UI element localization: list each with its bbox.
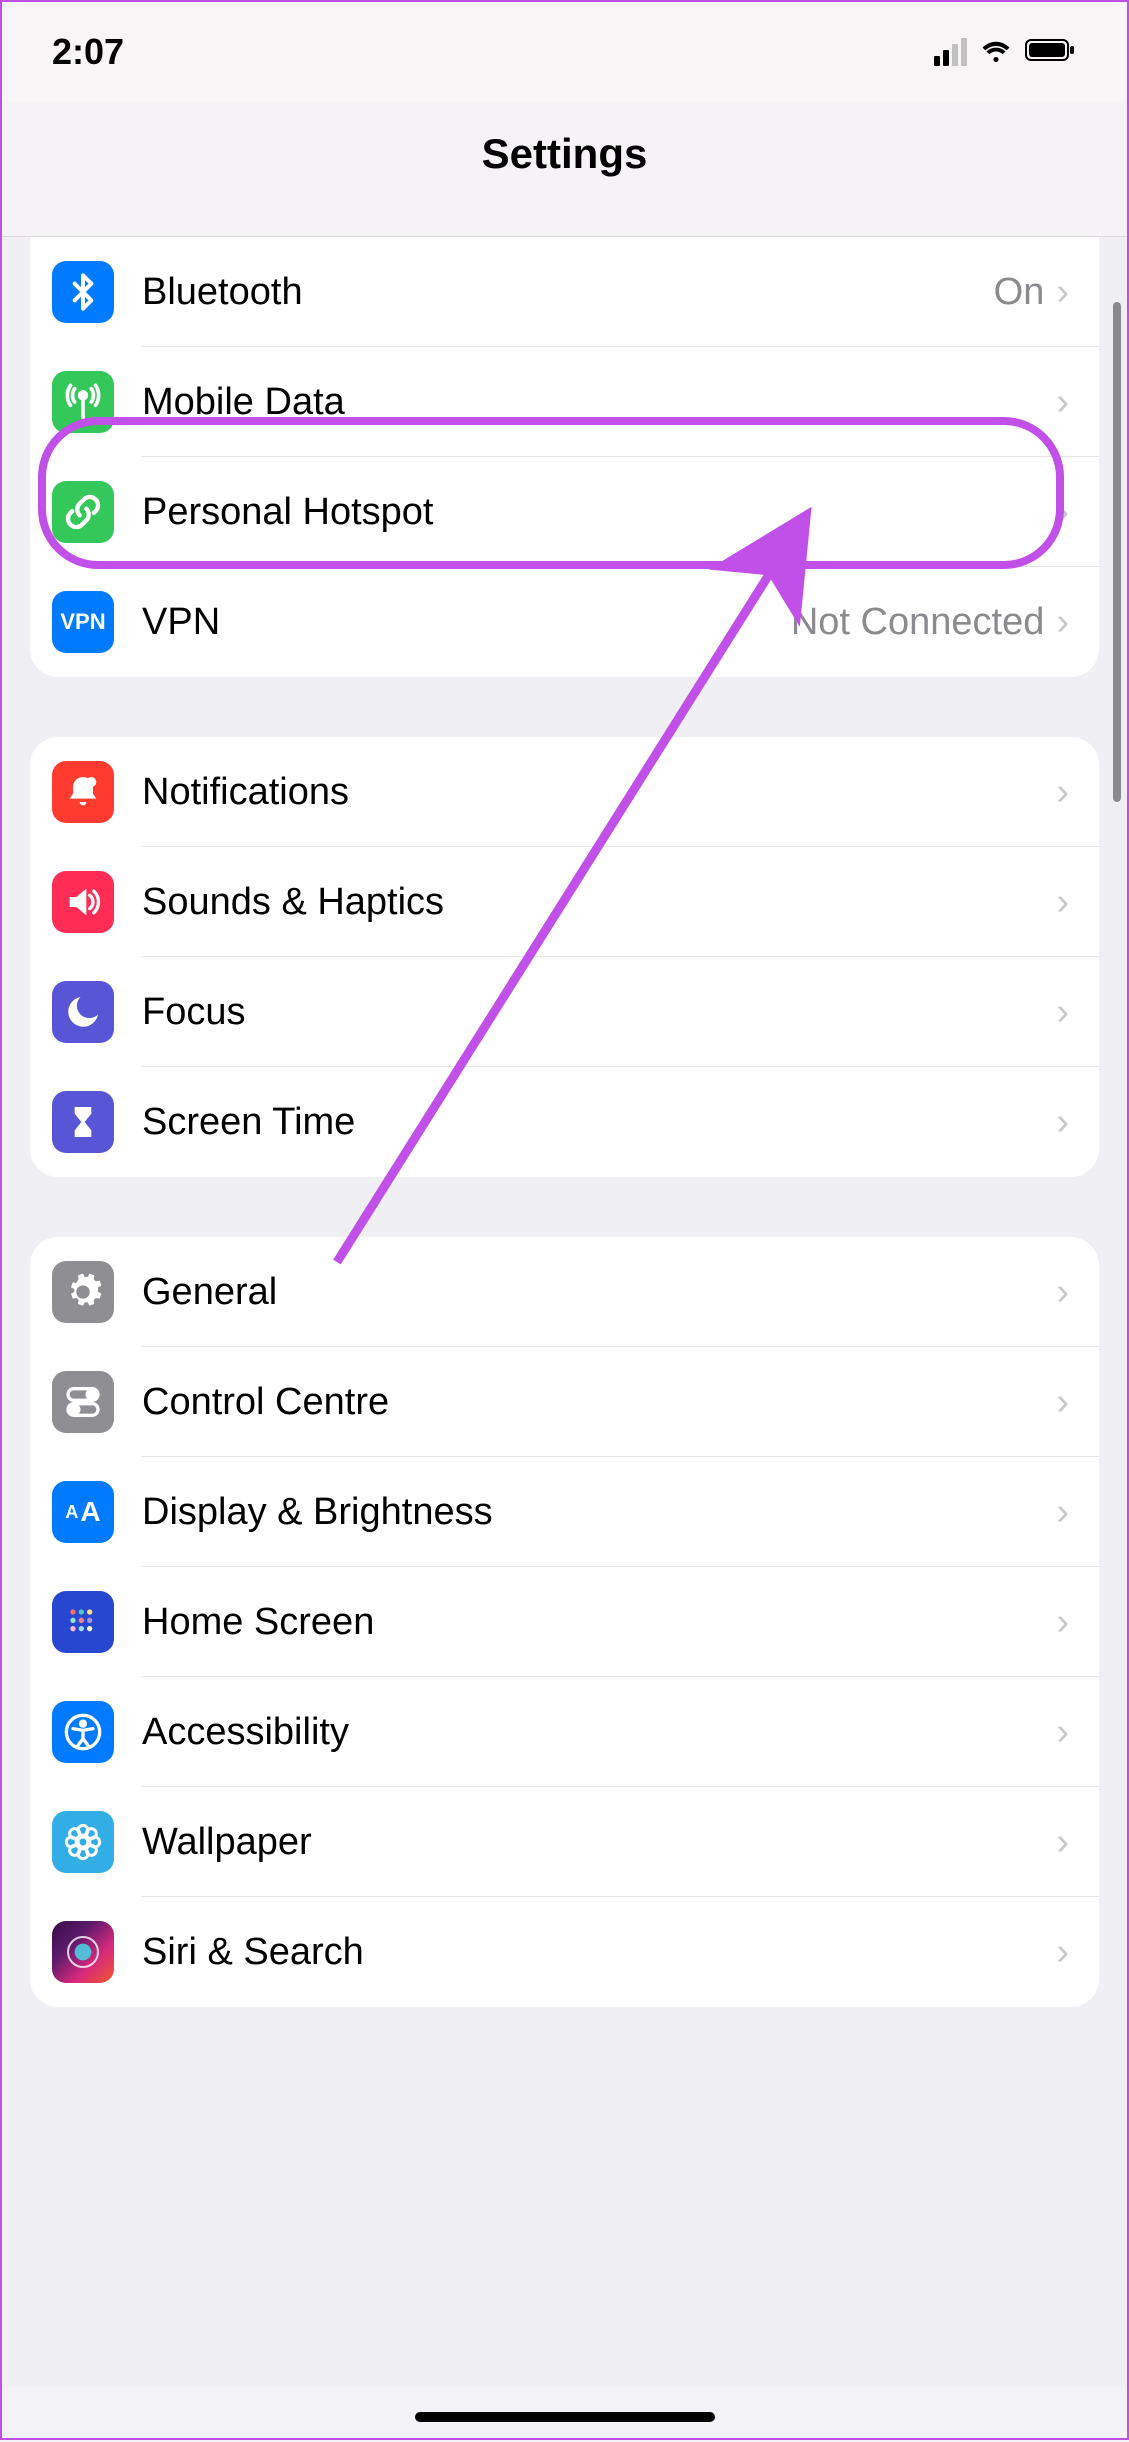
status-icons xyxy=(934,37,1077,68)
siri-icon xyxy=(52,1921,114,1983)
chevron-right-icon: › xyxy=(1056,1711,1069,1754)
chevron-right-icon: › xyxy=(1056,1101,1069,1144)
row-label: Wallpaper xyxy=(142,1821,1056,1864)
scroll-indicator xyxy=(1113,302,1121,802)
chevron-right-icon: › xyxy=(1056,271,1069,314)
row-notifications[interactable]: Notifications › xyxy=(30,737,1099,847)
row-general[interactable]: General › xyxy=(30,1237,1099,1347)
row-label: Control Centre xyxy=(142,1381,1056,1424)
row-label: Personal Hotspot xyxy=(142,491,1056,534)
status-bar: 2:07 xyxy=(2,2,1127,102)
battery-icon xyxy=(1025,37,1077,68)
chevron-right-icon: › xyxy=(1056,771,1069,814)
row-label: Screen Time xyxy=(142,1101,1056,1144)
row-value: Not Connected xyxy=(791,601,1045,644)
chevron-right-icon: › xyxy=(1056,991,1069,1034)
app-grid-icon xyxy=(52,1591,114,1653)
row-wallpaper[interactable]: Wallpaper › xyxy=(30,1787,1099,1897)
hourglass-icon xyxy=(52,1091,114,1153)
chevron-right-icon: › xyxy=(1056,381,1069,424)
chevron-right-icon: › xyxy=(1056,1271,1069,1314)
antenna-icon xyxy=(52,371,114,433)
row-siri-search[interactable]: Siri & Search › xyxy=(30,1897,1099,2007)
row-personal-hotspot[interactable]: Personal Hotspot › xyxy=(30,457,1099,567)
speaker-icon xyxy=(52,871,114,933)
row-label: VPN xyxy=(142,601,791,644)
vpn-icon: VPN xyxy=(52,591,114,653)
row-label: Siri & Search xyxy=(142,1931,1056,1974)
row-label: Sounds & Haptics xyxy=(142,881,1056,924)
settings-group-alerts: Notifications › Sounds & Haptics › Focus… xyxy=(30,737,1099,1177)
row-focus[interactable]: Focus › xyxy=(30,957,1099,1067)
chevron-right-icon: › xyxy=(1056,1601,1069,1644)
row-label: General xyxy=(142,1271,1056,1314)
accessibility-icon xyxy=(52,1701,114,1763)
switches-icon xyxy=(52,1371,114,1433)
row-control-centre[interactable]: Control Centre › xyxy=(30,1347,1099,1457)
chevron-right-icon: › xyxy=(1056,1821,1069,1864)
text-size-icon: AA xyxy=(52,1481,114,1543)
row-value: On xyxy=(994,271,1045,314)
chevron-right-icon: › xyxy=(1056,601,1069,644)
wifi-icon xyxy=(979,37,1013,68)
row-screen-time[interactable]: Screen Time › xyxy=(30,1067,1099,1177)
row-label: Mobile Data xyxy=(142,381,1056,424)
chevron-right-icon: › xyxy=(1056,491,1069,534)
row-display-brightness[interactable]: AA Display & Brightness › xyxy=(30,1457,1099,1567)
row-label: Bluetooth xyxy=(142,271,994,314)
row-home-screen[interactable]: Home Screen › xyxy=(30,1567,1099,1677)
row-mobile-data[interactable]: Mobile Data › xyxy=(30,347,1099,457)
row-sounds-haptics[interactable]: Sounds & Haptics › xyxy=(30,847,1099,957)
settings-group-general: General › Control Centre › AA Display & … xyxy=(30,1237,1099,2007)
row-label: Notifications xyxy=(142,771,1056,814)
home-indicator xyxy=(415,2412,715,2422)
row-vpn[interactable]: VPN VPN Not Connected › xyxy=(30,567,1099,677)
cellular-signal-icon xyxy=(934,38,967,66)
moon-icon xyxy=(52,981,114,1043)
bell-icon xyxy=(52,761,114,823)
page-title: Settings xyxy=(2,102,1127,237)
row-bluetooth[interactable]: Bluetooth On › xyxy=(30,237,1099,347)
chevron-right-icon: › xyxy=(1056,1381,1069,1424)
chevron-right-icon: › xyxy=(1056,881,1069,924)
gear-icon xyxy=(52,1261,114,1323)
link-icon xyxy=(52,481,114,543)
row-label: Display & Brightness xyxy=(142,1491,1056,1534)
settings-group-connectivity: Bluetooth On › Mobile Data › Personal Ho… xyxy=(30,237,1099,677)
row-label: Focus xyxy=(142,991,1056,1034)
row-label: Accessibility xyxy=(142,1711,1056,1754)
flower-icon xyxy=(52,1811,114,1873)
status-time: 2:07 xyxy=(52,31,124,73)
chevron-right-icon: › xyxy=(1056,1931,1069,1974)
row-accessibility[interactable]: Accessibility › xyxy=(30,1677,1099,1787)
chevron-right-icon: › xyxy=(1056,1491,1069,1534)
row-label: Home Screen xyxy=(142,1601,1056,1644)
bluetooth-icon xyxy=(52,261,114,323)
